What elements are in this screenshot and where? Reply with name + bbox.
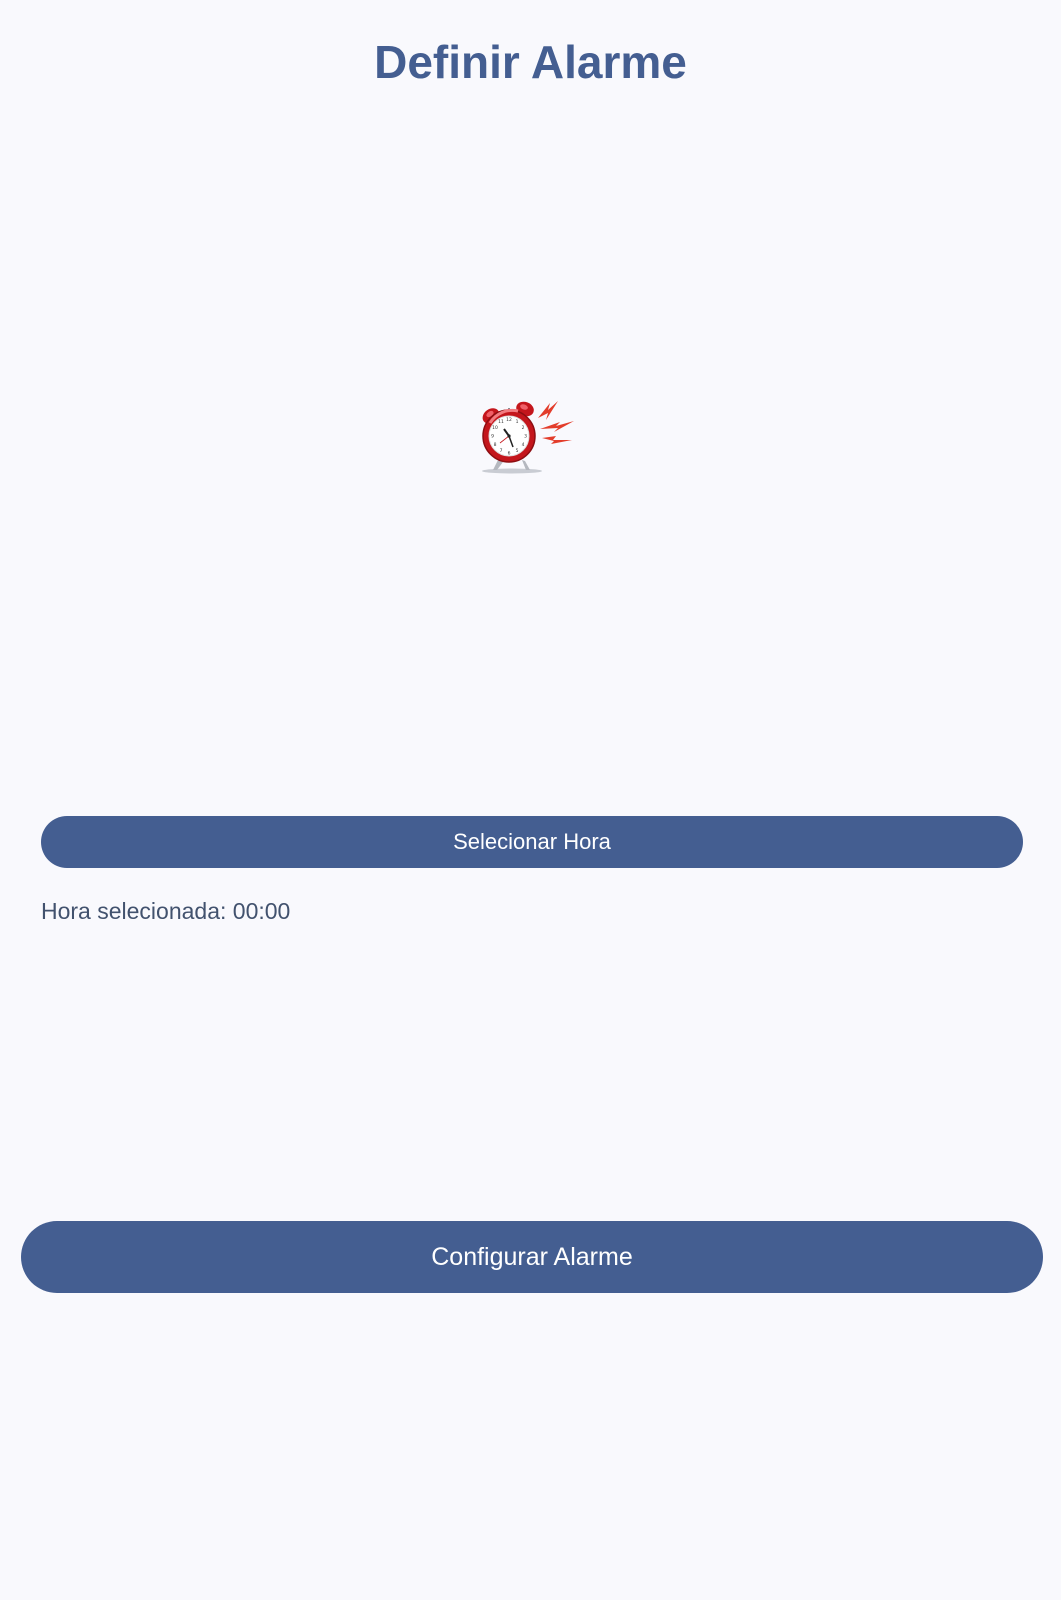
svg-text:9: 9 [491, 434, 494, 440]
svg-text:6: 6 [508, 451, 511, 457]
select-time-button[interactable]: Selecionar Hora [41, 816, 1023, 868]
svg-text:3: 3 [524, 434, 527, 440]
svg-text:11: 11 [498, 419, 504, 425]
svg-text:7: 7 [500, 448, 503, 454]
svg-text:8: 8 [494, 442, 497, 448]
svg-text:2: 2 [522, 425, 525, 431]
alarm-clock-ringing-icon: 12 1 2 3 4 5 6 7 8 9 10 11 [478, 398, 588, 478]
configure-alarm-button[interactable]: Configurar Alarme [21, 1221, 1043, 1293]
svg-text:4: 4 [522, 442, 525, 448]
page-title: Definir Alarme [374, 36, 687, 88]
svg-text:10: 10 [492, 425, 498, 431]
svg-text:1: 1 [516, 419, 519, 425]
svg-text:12: 12 [506, 417, 512, 423]
svg-text:5: 5 [516, 448, 519, 454]
selected-time-label: Hora selecionada: 00:00 [41, 898, 291, 924]
